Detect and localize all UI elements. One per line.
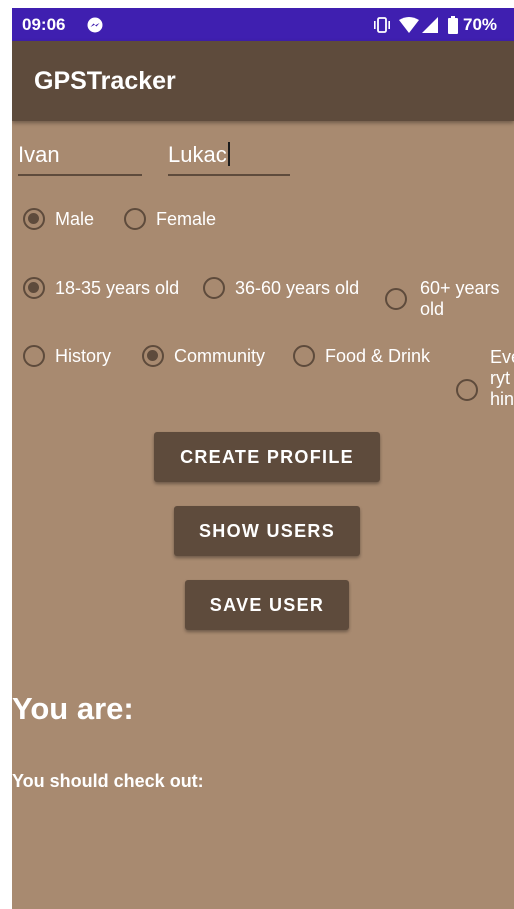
radio-button-checked [23, 277, 45, 299]
battery-icon [448, 16, 458, 34]
first-name-value: Ivan [18, 142, 60, 167]
radio-age-36-60[interactable]: 36-60 years old [203, 277, 359, 299]
radio-history[interactable]: History [23, 345, 111, 367]
first-name-field[interactable]: Ivan [18, 140, 142, 176]
radio-label-line: ryt [490, 368, 510, 388]
show-users-button[interactable]: SHOW USERS [174, 506, 360, 556]
radio-button-unchecked [293, 345, 315, 367]
radio-button-checked [23, 208, 45, 230]
status-bar: 09:06 70% [12, 8, 514, 41]
radio-label: Male [55, 208, 95, 229]
radio-male[interactable]: Male [23, 208, 94, 230]
radio-button-unchecked [23, 345, 45, 367]
radio-label: Female [156, 208, 217, 229]
radio-label-60-plus: 60+ years old [420, 278, 500, 320]
last-name-value: Lukac [168, 142, 227, 167]
radio-label: 18-35 years old [55, 277, 180, 298]
recommendation-heading: You should check out: [12, 771, 204, 791]
wifi-icon [399, 17, 419, 33]
radio-label: History [55, 345, 112, 366]
radio-label-everything: Eve ryt hin [490, 347, 514, 410]
radio-label-line: 60+ years [420, 278, 500, 298]
status-time: 09:06 [22, 15, 66, 34]
battery-percent: 70% [463, 15, 498, 34]
result-heading: You are: [12, 691, 134, 726]
radio-label: Community [174, 345, 266, 366]
radio-button-unchecked [456, 379, 478, 401]
messenger-icon [87, 17, 103, 33]
app-bar: GPSTracker [12, 41, 514, 121]
radio-age-18-35[interactable]: 18-35 years old [23, 277, 179, 299]
radio-button-checked [142, 345, 164, 367]
radio-button-unchecked [124, 208, 146, 230]
radio-button-unchecked [385, 288, 407, 310]
radio-label-line: Eve [490, 347, 514, 367]
radio-age-60-plus[interactable] [385, 288, 417, 310]
radio-food-drink[interactable]: Food & Drink [293, 345, 430, 367]
vibrate-icon [374, 17, 390, 33]
create-profile-button[interactable]: CREATE PROFILE [154, 432, 380, 482]
radio-button-unchecked [203, 277, 225, 299]
radio-everything[interactable] [456, 379, 488, 401]
radio-female[interactable]: Female [124, 208, 216, 230]
radio-label-line: hin [490, 389, 514, 409]
radio-community[interactable]: Community [142, 345, 265, 367]
last-name-field[interactable]: Lukac [168, 140, 290, 176]
text-cursor [227, 142, 230, 166]
radio-label-line: old [420, 299, 445, 319]
save-user-button[interactable]: SAVE USER [185, 580, 349, 630]
radio-label: Food & Drink [325, 345, 431, 366]
signal-icon [422, 17, 438, 33]
app-screen: 09:06 70% GPSTracker Ivan Lukac Male Fem… [12, 8, 514, 909]
app-title: GPSTracker [34, 67, 176, 95]
radio-label: 36-60 years old [235, 277, 360, 298]
